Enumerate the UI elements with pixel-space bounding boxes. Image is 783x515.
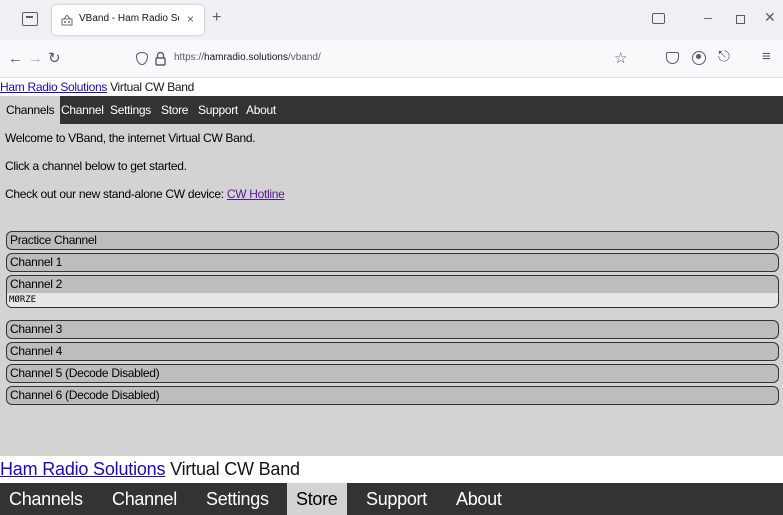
maximize-icon[interactable] [736,15,745,24]
forward-icon[interactable]: → [28,50,43,67]
menu-item-support[interactable]: Support [192,96,244,124]
channel-name: Channel 2 [10,277,63,291]
tab-list-icon[interactable] [22,12,38,26]
browser-tab-vband[interactable]: VBand - Ham Radio Solutions × [52,5,204,35]
channel-5[interactable]: Channel 5 (Decode Disabled) [6,364,779,383]
footer-brand-link[interactable]: Ham Radio Solutions [0,459,165,479]
back-icon[interactable]: ← [8,50,23,67]
favicon [61,14,73,26]
footer-menu-item-channel[interactable]: Channel [103,483,186,515]
menu-item-channels[interactable]: Channels [0,96,61,124]
channel-name: Practice Channel [10,233,97,247]
footer-menu-item-channels[interactable]: Channels [0,483,92,515]
channel-name: Channel 6 (Decode Disabled) [10,388,160,402]
brand-suffix: Virtual CW Band [107,80,195,94]
footer-menu-item-settings[interactable]: Settings [197,483,278,515]
menu-item-store[interactable]: Store [155,96,194,124]
menu-item-about[interactable]: About [240,96,282,124]
new-tab-icon[interactable]: + [212,9,221,27]
menu-item-settings[interactable]: Settings [104,96,157,124]
extensions-icon[interactable]: ⎋ [718,48,730,65]
footer-menu-item-store[interactable]: Store [287,483,347,515]
bookmark-star-icon[interactable]: ☆ [614,49,627,67]
footer-menu: Channels Channel Settings Store Support … [0,483,783,515]
close-icon[interactable]: × [187,12,194,26]
browser-navigation-bar: ← → ↻ https://hamradio.solutions/vband/ … [0,40,783,78]
promo-text: Check out our new stand-alone CW device:… [5,187,285,201]
url-bar[interactable]: https://hamradio.solutions/vband/ ☆ [120,45,640,73]
main-menu: Channels Channel Settings Store Support … [0,96,783,124]
reload-icon[interactable]: ↻ [48,49,61,67]
tab-overview-icon[interactable] [652,13,665,24]
footer-menu-item-support[interactable]: Support [357,483,436,515]
footer-menu-item-about[interactable]: About [447,483,511,515]
browser-tab-bar: VBand - Ham Radio Solutions × + – ✕ [0,0,783,40]
lock-icon[interactable] [155,51,166,66]
channel-1[interactable]: Channel 1 [6,253,779,272]
account-icon[interactable] [692,51,706,65]
page-content: Ham Radio Solutions Virtual CW Band Chan… [0,78,783,515]
channel-3[interactable]: Channel 3 [6,320,779,339]
channel-practice[interactable]: Practice Channel [6,231,779,250]
pocket-icon[interactable] [666,52,679,64]
channel-name: Channel 4 [10,344,63,358]
decoded-text: MØRZE [7,293,778,307]
minimize-icon[interactable]: – [704,9,712,25]
welcome-text: Welcome to VBand, the internet Virtual C… [5,131,256,145]
brand-link[interactable]: Ham Radio Solutions [0,80,107,94]
channel-4[interactable]: Channel 4 [6,342,779,361]
channel-2[interactable]: Channel 2 MØRZE [6,275,779,308]
footer-brand-suffix: Virtual CW Band [165,459,300,479]
menu-icon[interactable]: ≡ [762,48,771,65]
window-close-icon[interactable]: ✕ [764,9,776,26]
channels-panel: Welcome to VBand, the internet Virtual C… [0,124,783,456]
channel-name: Channel 3 [10,322,63,336]
url-text[interactable]: https://hamradio.solutions/vband/ [174,52,321,63]
tab-title: VBand - Ham Radio Solutions [79,13,179,24]
shield-icon[interactable] [136,52,148,65]
channel-name: Channel 1 [10,255,63,269]
footer-site-header: Ham Radio Solutions Virtual CW Band [0,456,300,482]
site-header: Ham Radio Solutions Virtual CW Band [0,78,194,96]
channel-6[interactable]: Channel 6 (Decode Disabled) [6,386,779,405]
instructions-text: Click a channel below to get started. [5,159,187,173]
channel-name: Channel 5 (Decode Disabled) [10,366,160,380]
menu-item-channel[interactable]: Channel [55,96,110,124]
cw-hotline-link[interactable]: CW Hotline [227,187,285,201]
